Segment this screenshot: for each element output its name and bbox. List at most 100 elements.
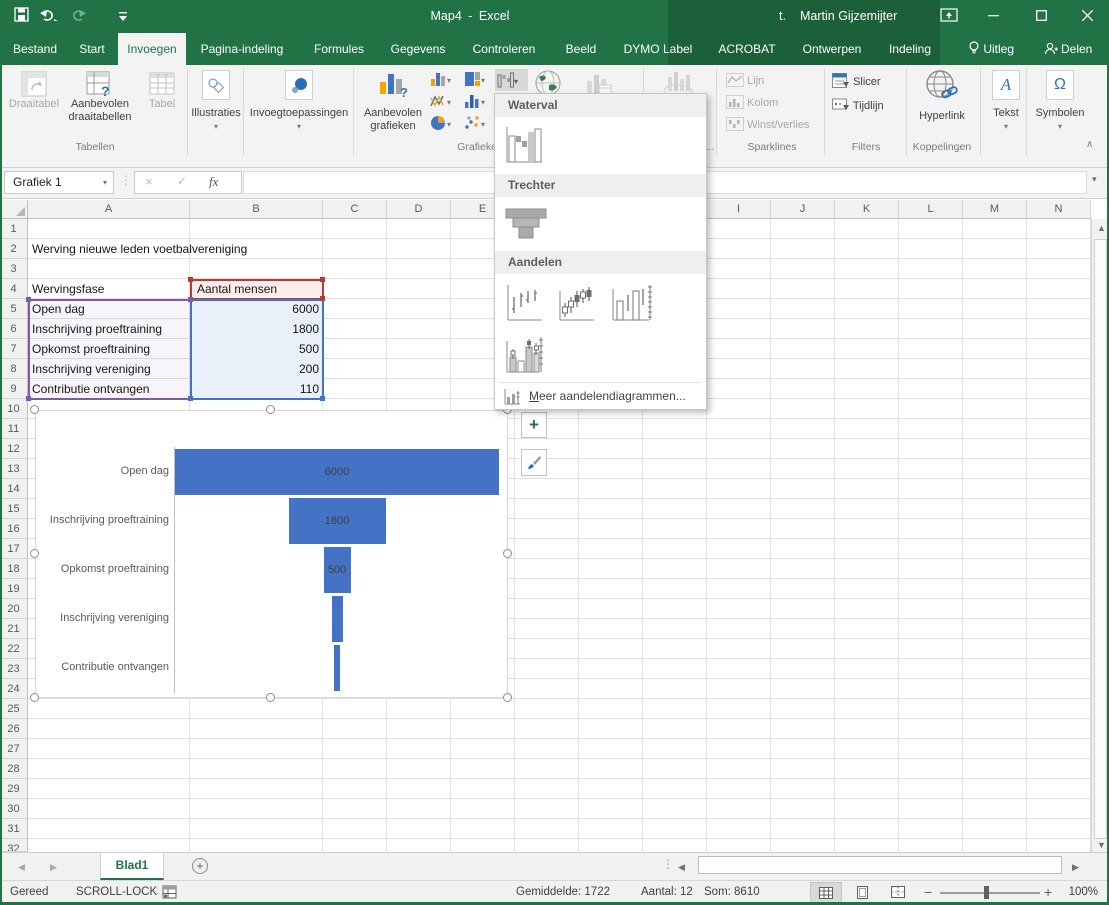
row-header-10[interactable]: 10 — [0, 399, 28, 419]
row-header-4[interactable]: 4 — [0, 279, 28, 299]
menu-item-stock-vohls-chart[interactable] — [501, 331, 547, 379]
tab-acrobat[interactable]: ACROBAT — [710, 33, 784, 65]
sheet-tab-blad1[interactable]: Blad1 — [100, 853, 164, 880]
select-all-button[interactable] — [0, 200, 28, 219]
column-header-D[interactable]: D — [387, 200, 451, 219]
row-header-2[interactable]: 2 — [0, 239, 28, 259]
cell-b7[interactable]: 500 — [190, 339, 319, 359]
tab-dymo-label[interactable]: DYMO Label — [614, 33, 702, 65]
row-header-9[interactable]: 9 — [0, 379, 28, 399]
hyperlink-button[interactable]: Hyperlink — [910, 69, 974, 122]
funnel-chart[interactable]: Open dag Inschrijving proeftraining Opkoms… — [35, 410, 508, 698]
row-header-32[interactable]: 32 — [0, 839, 28, 852]
insert-function-button[interactable]: fx — [209, 174, 218, 190]
cell-a4[interactable]: Wervingsfase — [32, 279, 104, 299]
tab-formules[interactable]: Formules — [306, 33, 372, 65]
insert-pie-chart-button[interactable]: ▾ — [430, 115, 460, 134]
row-header-13[interactable]: 13 — [0, 459, 28, 479]
row-header-1[interactable]: 1 — [0, 219, 28, 239]
maximize-button[interactable] — [1020, 0, 1062, 30]
recommended-charts-button[interactable]: ? Aanbevolen grafieken — [357, 70, 429, 132]
tab-controleren[interactable]: Controleren — [464, 33, 544, 65]
chart-styles-button[interactable] — [521, 449, 547, 476]
view-page-layout-button[interactable] — [846, 882, 878, 903]
collapse-ribbon-button[interactable]: ∧ — [1086, 139, 1093, 150]
insert-line-chart-button[interactable]: ▾ — [430, 93, 460, 112]
row-header-25[interactable]: 25 — [0, 699, 28, 719]
row-header-14[interactable]: 14 — [0, 479, 28, 499]
row-header-5[interactable]: 5 — [0, 299, 28, 319]
menu-item-more-stock-charts[interactable]: Meer aandelendiagrammen... — [495, 385, 706, 409]
table-button[interactable]: Tabel — [140, 70, 184, 111]
menu-item-stock-vhls-chart[interactable] — [605, 279, 659, 327]
row-header-6[interactable]: 6 — [0, 319, 28, 339]
cell-a2[interactable]: Werving nieuwe leden voetbalvereniging — [32, 239, 247, 259]
row-header-20[interactable]: 20 — [0, 599, 28, 619]
minimize-button[interactable] — [972, 0, 1014, 30]
column-header-J[interactable]: J — [771, 200, 835, 219]
expand-formula-bar-button[interactable]: ▾ — [1092, 174, 1097, 185]
redo-button[interactable] — [68, 8, 88, 27]
row-header-31[interactable]: 31 — [0, 819, 28, 839]
sheet-next-icon[interactable]: ▶ — [50, 862, 57, 873]
confirm-entry-button[interactable]: ✓ — [177, 174, 187, 188]
formula-bar-splitter[interactable]: ⋮ — [120, 173, 132, 187]
cell-a5[interactable]: Open dag — [32, 299, 85, 319]
row-header-7[interactable]: 7 — [0, 339, 28, 359]
cell-b6[interactable]: 1800 — [190, 319, 319, 339]
macro-record-icon[interactable] — [162, 885, 177, 902]
insert-3d-column-chart-button[interactable]: ▾ — [464, 93, 494, 112]
save-button[interactable] — [14, 7, 29, 27]
share-button[interactable]: Delen — [1032, 33, 1104, 65]
view-normal-button[interactable] — [810, 882, 842, 903]
cell-a7[interactable]: Opkomst proeftraining — [32, 339, 150, 359]
row-header-21[interactable]: 21 — [0, 619, 28, 639]
user-name[interactable]: Martin Gijzemijter — [800, 9, 897, 23]
zoom-slider-track[interactable] — [940, 892, 1040, 894]
cell-a9[interactable]: Contributie ontvangen — [32, 379, 149, 399]
menu-item-stock-hls-chart[interactable] — [501, 279, 547, 327]
zoom-in-button[interactable]: + — [1044, 884, 1052, 900]
zoom-slider-thumb[interactable] — [984, 886, 989, 899]
insert-hierarchy-chart-button[interactable]: ▾ — [464, 71, 494, 90]
column-header-I[interactable]: I — [707, 200, 771, 219]
insert-column-chart-button[interactable]: ▾ — [430, 71, 460, 90]
zoom-out-button[interactable]: − — [924, 884, 932, 900]
name-box[interactable]: Grafiek 1 ▾ — [4, 171, 114, 194]
tab-bestand[interactable]: Bestand — [6, 33, 64, 65]
row-header-19[interactable]: 19 — [0, 579, 28, 599]
tab-uitleg[interactable]: Uitleg — [948, 33, 1034, 65]
insert-waterfall-chart-button[interactable]: ▾ — [495, 69, 528, 91]
horizontal-scroll-thumb[interactable] — [698, 856, 1062, 874]
hscroll-left-icon[interactable]: ◀ — [678, 862, 685, 873]
row-header-26[interactable]: 26 — [0, 719, 28, 739]
chart-elements-button[interactable]: + — [521, 412, 547, 438]
tab-pagina-indeling[interactable]: Pagina-indeling — [194, 33, 290, 65]
cell-b4[interactable]: Aantal mensen — [197, 279, 277, 299]
sparkline-line-button[interactable]: Lijn — [726, 73, 764, 87]
row-header-3[interactable]: 3 — [0, 259, 28, 279]
sparkline-winloss-button[interactable]: Winst/verlies — [726, 117, 809, 131]
column-header-N[interactable]: N — [1027, 200, 1091, 219]
cell-a6[interactable]: Inschrijving proeftraining — [32, 319, 162, 339]
row-header-27[interactable]: 27 — [0, 739, 28, 759]
customize-qat-button[interactable] — [118, 10, 128, 28]
tab-indeling[interactable]: Indeling — [878, 33, 942, 65]
column-header-L[interactable]: L — [899, 200, 963, 219]
row-header-22[interactable]: 22 — [0, 639, 28, 659]
row-header-28[interactable]: 28 — [0, 759, 28, 779]
scroll-up-icon[interactable]: ▲ — [1097, 223, 1106, 233]
new-sheet-button[interactable]: + — [192, 858, 208, 874]
row-header-11[interactable]: 11 — [0, 419, 28, 439]
timeline-button[interactable]: Tijdlijn — [832, 97, 884, 112]
row-header-12[interactable]: 12 — [0, 439, 28, 459]
menu-item-funnel-chart[interactable] — [503, 201, 549, 247]
view-page-break-button[interactable] — [882, 882, 914, 903]
cancel-entry-button[interactable]: × — [145, 174, 153, 189]
tab-beeld[interactable]: Beeld — [556, 33, 606, 65]
column-header-C[interactable]: C — [323, 200, 387, 219]
tab-scrollbar-splitter[interactable]: ⋮ — [662, 857, 674, 871]
row-header-24[interactable]: 24 — [0, 679, 28, 699]
cell-b5[interactable]: 6000 — [190, 299, 319, 319]
sheet-prev-icon[interactable]: ◀ — [18, 862, 25, 873]
